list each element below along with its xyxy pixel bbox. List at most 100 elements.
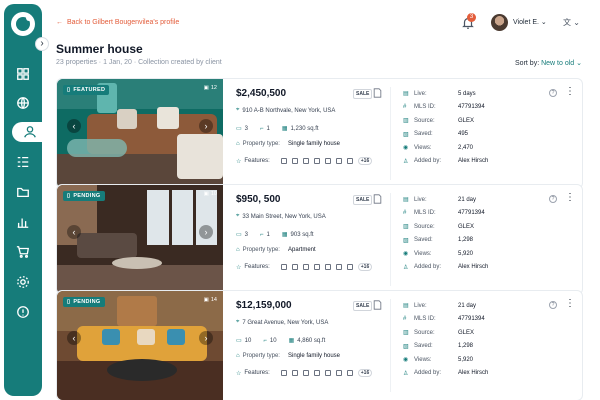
user-name: Violet E. [513, 19, 539, 26]
bath-icon: ⌐ [263, 337, 267, 344]
saved-value: 1,298 [458, 237, 474, 244]
status-badge: ▯ FEATURED [63, 85, 110, 95]
listing-specs: ▭ 3 ⌐ 1 ▦ 1,230 sq.ft [236, 125, 319, 133]
features-more-badge[interactable]: +16 [357, 157, 373, 165]
bath-icon: ⌐ [260, 231, 264, 238]
area-value: 4,860 sq.ft [297, 337, 326, 344]
listing-specs: ▭ 10 ⌐ 10 ▦ 4,860 sq.ft [236, 337, 326, 345]
listing-address: ⌖ 910 A-B Northvale, New York, USA [236, 107, 336, 114]
views-value: 5,920 [458, 250, 474, 257]
document-icon[interactable] [373, 194, 382, 204]
property-type: ⌂ Property type: Single family house [236, 141, 341, 147]
beds-count: 3 [244, 231, 249, 238]
language-selector[interactable]: 文 ⌄ [563, 17, 580, 28]
cart-icon [16, 246, 30, 258]
help-icon[interactable]: ? [549, 301, 557, 309]
nav-help[interactable] [12, 302, 34, 322]
back-link[interactable]: ← Back to Gilbert Bougenvilea's profile [56, 19, 179, 26]
app-logo[interactable] [11, 12, 35, 36]
saved-icon: ▧ [403, 237, 409, 244]
list-icon [17, 156, 29, 168]
area-icon: ▦ [281, 126, 288, 132]
listing-photo[interactable]: ▯ FEATURED ▣ 12 ‹ › [57, 79, 223, 188]
views-value: 5,920 [458, 356, 474, 363]
user-icon: ♙ [403, 158, 409, 165]
features: ☆ Features: +16 [236, 263, 373, 271]
nav-analytics[interactable] [12, 212, 34, 232]
nav-folders[interactable] [12, 182, 34, 202]
nav-listings[interactable] [12, 152, 34, 172]
added-by-value: Alex Hirsch [458, 158, 489, 165]
listing-card[interactable]: ▯ FEATURED ▣ 12 ‹ › $2,450,500 SALE ⌖ 910 A… [56, 78, 583, 189]
avatar[interactable] [491, 14, 508, 31]
live-value: 21 day [458, 302, 477, 309]
feature-icon [280, 158, 287, 164]
help-icon[interactable]: ? [549, 89, 557, 97]
baths-count: 1 [266, 231, 270, 238]
bookmark-icon: ▯ [67, 193, 71, 199]
baths-count: 10 [269, 337, 277, 344]
sidebar-collapse-button[interactable]: › [35, 37, 49, 51]
feature-icon [280, 264, 287, 270]
translate-icon: 文 [563, 18, 571, 27]
feature-icon [335, 370, 342, 376]
saved-icon: ▧ [403, 131, 409, 138]
nav-clients[interactable] [12, 122, 48, 142]
area-icon: ▦ [288, 338, 295, 344]
eye-icon: ◉ [403, 357, 409, 364]
bookmark-icon: ▯ [67, 299, 71, 305]
hash-icon: # [403, 103, 407, 110]
sort-dropdown[interactable]: Sort by: New to old ⌄ [515, 59, 582, 67]
feature-icon [291, 264, 298, 270]
more-options-icon[interactable]: ⋮ [565, 299, 575, 309]
star-icon: ☆ [236, 370, 242, 377]
listing-photo[interactable]: ▯ PENDING ▣ 10 ‹ › [57, 185, 223, 294]
location-pin-icon: ⌖ [236, 319, 240, 325]
features-more-badge[interactable]: +16 [357, 369, 373, 377]
nav-settings[interactable] [12, 272, 34, 292]
listing-photo[interactable]: ▯ PENDING ▣ 14 ‹ › [57, 291, 223, 400]
saved-value: 495 [458, 131, 469, 138]
calendar-icon: ▤ [403, 91, 409, 98]
listing-stats: ▤ Live: 21 day # MLS ID: 47791394 ▥ Source: GL… [403, 302, 489, 377]
listing-card[interactable]: ▯ PENDING ▣ 10 ‹ › $950, 500 SALE ⌖ 33 Main… [56, 184, 583, 295]
feature-icon [335, 158, 342, 164]
nav-shop[interactable] [12, 242, 34, 262]
star-icon: ☆ [236, 158, 242, 165]
user-menu[interactable]: Violet E. ⌄ [513, 18, 547, 26]
nav-dashboard[interactable] [12, 64, 34, 84]
views-value: 2,470 [458, 144, 474, 151]
feature-icon [302, 264, 309, 270]
bookmark-icon: ▯ [67, 87, 71, 93]
mls-value: 47791394 [458, 210, 485, 217]
prev-photo-button[interactable]: ‹ [67, 331, 81, 345]
more-options-icon[interactable]: ⋮ [565, 87, 575, 97]
chevron-right-icon: › [40, 38, 44, 49]
next-photo-button[interactable]: › [199, 225, 213, 239]
beds-count: 10 [244, 337, 252, 344]
sort-value: New to old [541, 60, 575, 67]
features: ☆ Features: +16 [236, 369, 373, 377]
source-value: GLEX [458, 117, 475, 124]
divider [390, 193, 391, 286]
next-photo-button[interactable]: › [199, 331, 213, 345]
listing-price: $2,450,500 [236, 88, 287, 99]
help-icon[interactable]: ? [549, 195, 557, 203]
globe-icon [17, 97, 29, 109]
property-type: ⌂ Property type: Single family house [236, 353, 341, 359]
source-value: GLEX [458, 329, 475, 336]
property-type: ⌂ Property type: Apartment [236, 247, 316, 253]
more-options-icon[interactable]: ⋮ [565, 193, 575, 203]
features-more-badge[interactable]: +16 [357, 263, 373, 271]
source-icon: ▥ [403, 118, 409, 125]
feature-icons: +16 [280, 369, 373, 377]
nav-globe[interactable] [12, 93, 34, 113]
sale-tag: SALE [353, 301, 373, 311]
prev-photo-button[interactable]: ‹ [67, 225, 81, 239]
document-icon[interactable] [373, 88, 382, 98]
next-photo-button[interactable]: › [199, 119, 213, 133]
document-icon[interactable] [373, 300, 382, 310]
feature-icon [291, 370, 298, 376]
prev-photo-button[interactable]: ‹ [67, 119, 81, 133]
listing-card[interactable]: ▯ PENDING ▣ 14 ‹ › $12,159,000 SALE ⌖ 7 Gre… [56, 290, 583, 400]
